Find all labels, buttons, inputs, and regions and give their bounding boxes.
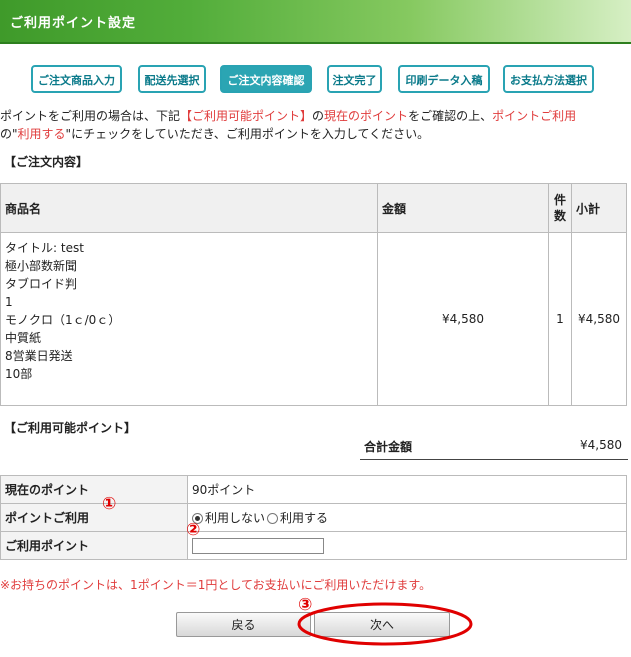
step-order-input[interactable]: ご注文商品入力	[31, 65, 122, 93]
intro-highlight-option: 利用する	[17, 127, 66, 141]
annotation-ellipse	[297, 602, 473, 646]
intro-text-2: の	[312, 109, 325, 123]
points-row-current: 現在のポイント 90ポイント	[0, 475, 627, 504]
item-line: 10部	[5, 367, 33, 381]
total-label: 合計金額	[364, 440, 413, 454]
order-section-title: 【ご注文内容】	[4, 155, 89, 169]
amount-label: ご利用ポイント	[0, 531, 188, 560]
step-shipping-select[interactable]: 配送先選択	[138, 65, 206, 93]
item-subtotal: ¥4,580	[571, 232, 627, 406]
intro-highlight-use: ポイントご利用	[492, 109, 577, 123]
points-note: ※お持ちのポイントは、1ポイント＝1円としてお支払いにご利用いただけます。	[0, 578, 432, 592]
radio-not-use-label[interactable]: 利用しない	[205, 511, 265, 525]
radio-use[interactable]	[267, 513, 279, 524]
step-order-confirm[interactable]: ご注文内容確認	[220, 65, 312, 93]
annotation-2: ②	[186, 520, 201, 540]
back-button[interactable]: 戻る	[176, 612, 311, 637]
points-row-amount: ご利用ポイント	[0, 531, 627, 560]
intro-text-3: をご確認の上、	[408, 109, 493, 123]
intro-text: ポイントをご利用の場合は、下記【ご利用可能ポイント】の現在のポイントをご確認の上…	[0, 107, 631, 143]
step-navigation: ご注文商品入力 配送先選択 ご注文内容確認 注文完了 印刷データ入稿 お支払方法…	[0, 65, 631, 95]
intro-text-1: ポイントをご利用の場合は、下記	[0, 109, 181, 123]
current-points-value: 90ポイント	[187, 475, 627, 504]
col-header-qty: 件数	[548, 183, 572, 233]
total-row: 合計金額 ¥4,580	[360, 432, 628, 460]
col-header-subtotal: 小計	[571, 183, 627, 233]
page-header: ご利用ポイント設定	[0, 0, 631, 44]
intro-highlight-available: 【ご利用可能ポイント】	[180, 109, 313, 123]
step-print-data[interactable]: 印刷データ入稿	[398, 65, 490, 93]
item-line: モノクロ（1ｃ/0ｃ）	[5, 313, 121, 327]
annotation-3: ③	[298, 595, 313, 615]
step-order-complete[interactable]: 注文完了	[327, 65, 382, 93]
points-section-title: 【ご利用可能ポイント】	[4, 421, 137, 435]
item-line: タイトル: test	[5, 241, 84, 255]
current-points-label: 現在のポイント	[0, 475, 188, 504]
points-row-use: ポイントご利用 利用しない 利用する	[0, 503, 627, 532]
points-table: 現在のポイント 90ポイント ポイントご利用 利用しない 利用する ご利用ポイント	[0, 475, 627, 560]
intro-text-5: "にチェックをしていただき、ご利用ポイントを入力してください。	[65, 127, 430, 141]
item-line: 8営業日発送	[5, 349, 73, 363]
col-header-price: 金額	[377, 183, 549, 233]
use-points-label: ポイントご利用	[0, 503, 188, 532]
step-payment-method[interactable]: お支払方法選択	[503, 65, 594, 93]
page-title: ご利用ポイント設定	[10, 16, 137, 31]
order-table: 商品名 金額 件数 小計 タイトル: test 極小部数新聞 タブロイド判 1 …	[0, 183, 627, 406]
item-line: 1	[5, 295, 13, 309]
col-header-name: 商品名	[0, 183, 378, 233]
item-description: タイトル: test 極小部数新聞 タブロイド判 1 モノクロ（1ｃ/0ｃ） 中…	[0, 232, 378, 406]
table-row: タイトル: test 極小部数新聞 タブロイド判 1 モノクロ（1ｃ/0ｃ） 中…	[0, 232, 627, 406]
order-table-header: 商品名 金額 件数 小計	[0, 183, 627, 233]
col-header-qty-label: 件数	[553, 193, 566, 223]
annotation-1: ①	[102, 494, 117, 514]
item-qty: 1	[548, 232, 572, 406]
total-value: ¥4,580	[580, 438, 622, 452]
amount-cell	[187, 531, 627, 560]
item-line: タブロイド判	[5, 277, 78, 291]
radio-use-label[interactable]: 利用する	[280, 511, 328, 525]
use-points-options: 利用しない 利用する	[187, 503, 627, 532]
intro-highlight-current: 現在のポイント	[324, 109, 409, 123]
item-price: ¥4,580	[377, 232, 549, 406]
intro-text-4: の"	[0, 127, 18, 141]
use-points-input[interactable]	[192, 537, 324, 554]
item-line: 中質紙	[5, 331, 42, 345]
item-line: 極小部数新聞	[5, 259, 78, 273]
